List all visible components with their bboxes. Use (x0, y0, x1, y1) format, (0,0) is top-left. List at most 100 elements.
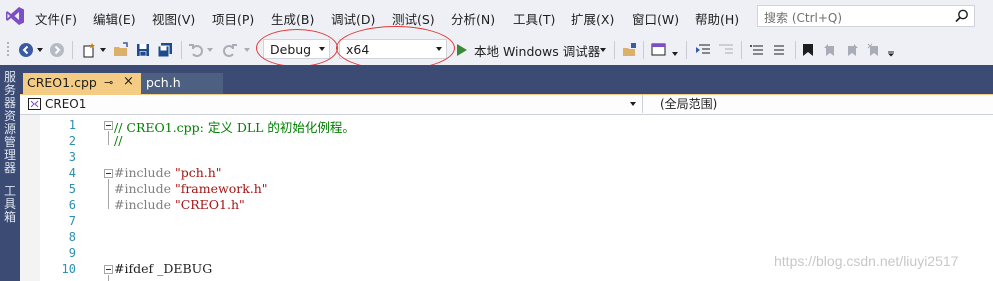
scope-dropdown[interactable]: (全局范围) (660, 95, 717, 112)
clear-bookmarks-button[interactable] (865, 34, 883, 65)
fold-guide (108, 179, 109, 209)
tab-label: CREO1.cpp (27, 75, 97, 90)
menu-file[interactable]: 文件(F) (35, 9, 77, 28)
line-number: 1 (68, 118, 76, 132)
menu-window[interactable]: 窗口(W) (632, 9, 679, 28)
tab-pch-h[interactable]: pch.h (141, 73, 223, 94)
bookmark-clear-icon (867, 43, 878, 56)
find-folder-icon (623, 42, 636, 56)
play-icon (457, 43, 467, 56)
left-tool-rail: 服务器资源管理器 工具箱 (0, 65, 20, 281)
menu-help[interactable]: 帮助(H) (695, 9, 739, 28)
fold-guide (108, 275, 109, 281)
line-number: 8 (68, 230, 76, 244)
line-number: 4 (68, 166, 76, 180)
menu-debug[interactable]: 调试(D) (331, 9, 375, 28)
project-dropdown[interactable]: CREO1 (25, 95, 643, 113)
menu-tools[interactable]: 工具(T) (513, 9, 555, 28)
search-box[interactable]: 搜索 (Ctrl+Q) (757, 5, 975, 27)
back-dropdown-icon[interactable] (36, 34, 44, 65)
bookmark-icon (803, 43, 813, 56)
uncomment-lines-button[interactable] (770, 34, 790, 65)
outdent-icon (719, 44, 733, 53)
menu-bar: 文件(F) 编辑(E) 视图(V) 项目(P) 生成(B) 调试(D) 测试(S… (0, 0, 993, 34)
open-folder-icon (114, 41, 128, 56)
debugger-label[interactable]: 本地 Windows 调试器 (474, 41, 600, 60)
scope-label: (全局范围) (660, 97, 718, 111)
next-bookmark-button[interactable] (843, 34, 861, 65)
menu-analyze[interactable]: 分析(N) (451, 9, 495, 28)
code-line-comment: // (114, 133, 123, 148)
undo-icon (189, 43, 203, 57)
platform-highlight-ellipse (336, 26, 455, 70)
bookmark-prev-icon (824, 43, 834, 56)
server-explorer-tab[interactable]: 服务器资源管理器 (3, 71, 17, 175)
close-icon[interactable]: × (123, 74, 134, 89)
redo-icon (223, 43, 237, 57)
redo-dropdown-icon[interactable] (243, 34, 251, 65)
window-icon (651, 43, 666, 55)
code-line-include: #include "framework.h" (114, 181, 268, 196)
undo-dropdown-icon[interactable] (206, 34, 214, 65)
new-item-icon (83, 42, 95, 57)
redo-button[interactable] (220, 34, 240, 65)
project-file-icon (28, 98, 41, 110)
toggle-bookmark-button[interactable] (799, 34, 817, 65)
search-placeholder: 搜索 (Ctrl+Q) (764, 11, 843, 25)
solution-explorer-button[interactable] (648, 34, 670, 65)
search-icon (955, 9, 968, 23)
toolbox-tab[interactable]: 工具箱 (3, 185, 17, 224)
fold-toggle-icon[interactable] (104, 121, 113, 130)
tab-creo1-cpp[interactable]: CREO1.cpp ⊸ × (23, 73, 141, 94)
step-into-button[interactable] (693, 34, 713, 65)
code-line-comment: // CREO1.cpp: 定义 DLL 的初始化例程。 (114, 120, 355, 135)
code-line-include: #include "pch.h" (114, 165, 222, 180)
fold-toggle-icon[interactable] (104, 169, 113, 178)
config-highlight-ellipse (256, 29, 338, 67)
chevron-down-icon (630, 102, 636, 106)
new-project-button[interactable] (78, 34, 100, 65)
undo-button[interactable] (186, 34, 206, 65)
indicator-margin (20, 115, 40, 281)
menu-build[interactable]: 生成(B) (271, 9, 314, 28)
comment-lines-icon (750, 44, 763, 54)
comment-lines-button[interactable] (747, 34, 767, 65)
debugger-dropdown-icon[interactable] (598, 34, 608, 65)
new-dropdown-icon[interactable] (99, 34, 107, 65)
open-file-button[interactable] (111, 34, 131, 65)
navigate-forward-button[interactable] (47, 34, 67, 65)
navigate-back-button[interactable] (15, 34, 37, 65)
menu-extensions[interactable]: 扩展(X) (571, 9, 614, 28)
code-line-include: #include "CREO1.h" (114, 197, 245, 212)
visual-studio-logo-icon (6, 7, 24, 25)
save-all-icon (157, 42, 172, 57)
find-in-files-button[interactable] (620, 34, 640, 65)
line-number: 2 (68, 134, 76, 148)
line-number: 3 (68, 150, 76, 164)
watermark: https://blog.csdn.net/liuyi2517 (774, 253, 959, 269)
uncomment-lines-icon (774, 45, 784, 54)
save-button[interactable] (133, 34, 153, 65)
back-arrow-icon (19, 42, 33, 57)
fold-guide (108, 131, 109, 145)
bookmark-next-icon (848, 43, 858, 56)
line-number: 7 (68, 214, 76, 228)
save-all-button[interactable] (154, 34, 176, 65)
fold-toggle-icon[interactable] (104, 265, 113, 274)
save-icon (137, 43, 149, 56)
outdent-button[interactable] (716, 34, 736, 65)
line-number: 6 (68, 198, 76, 212)
menu-view[interactable]: 视图(V) (152, 9, 195, 28)
pin-icon[interactable]: ⊸ (104, 76, 113, 89)
forward-arrow-icon (50, 42, 64, 57)
indent-icon (696, 44, 710, 53)
menu-project[interactable]: 项目(P) (212, 9, 254, 28)
code-line-ifdef: #ifdef _DEBUG (114, 261, 213, 276)
toolbar-grip-icon[interactable] (4, 34, 12, 65)
project-name: CREO1 (45, 97, 87, 111)
previous-bookmark-button[interactable] (821, 34, 839, 65)
start-debugging-button[interactable] (454, 34, 470, 65)
menu-edit[interactable]: 编辑(E) (93, 9, 136, 28)
line-number: 10 (61, 262, 76, 276)
line-number: 9 (68, 246, 76, 260)
